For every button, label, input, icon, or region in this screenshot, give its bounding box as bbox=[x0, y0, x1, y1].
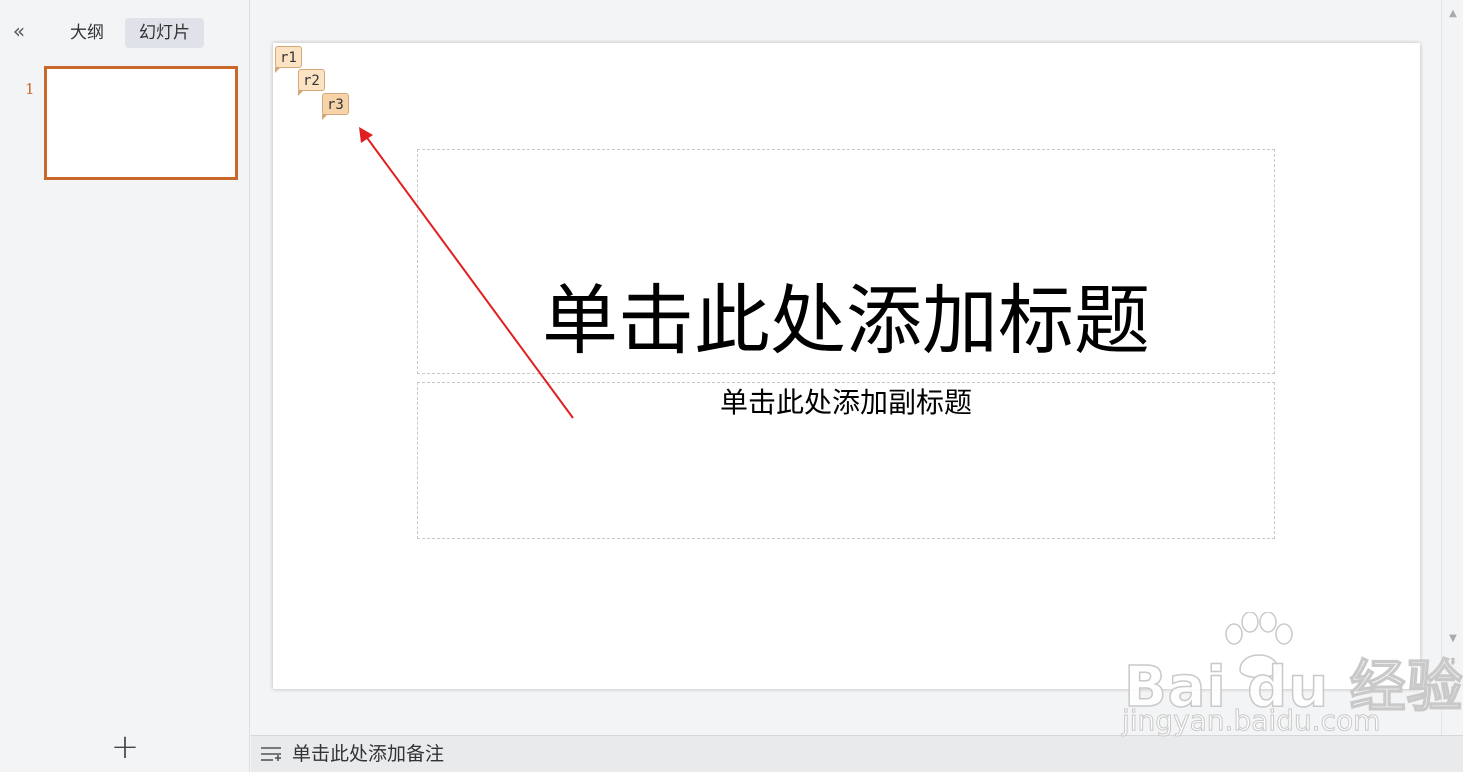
subtitle-placeholder-box[interactable]: 单击此处添加副标题 bbox=[417, 382, 1275, 539]
subtitle-placeholder-text: 单击此处添加副标题 bbox=[719, 386, 972, 419]
scroll-down-icon[interactable]: ▼ bbox=[1447, 633, 1459, 645]
scroll-up-icon[interactable]: ▲ bbox=[1447, 8, 1459, 20]
slide-canvas[interactable]: 单击此处添加标题 单击此处添加副标题 r1 r2 r3 bbox=[273, 43, 1420, 689]
comment-tag-r2[interactable]: r2 bbox=[298, 69, 325, 96]
collapse-pane-icon[interactable]: « bbox=[8, 20, 30, 42]
tab-outline[interactable]: 大纲 bbox=[56, 18, 118, 48]
notes-lines-icon bbox=[261, 747, 281, 761]
slides-pane: « 大纲 幻灯片 1 + bbox=[0, 0, 250, 772]
comment-tag-r1[interactable]: r1 bbox=[275, 46, 302, 73]
vertical-scrollbar[interactable]: ▲ ▼ ⇞ ⇟ bbox=[1441, 0, 1463, 735]
notes-bar[interactable]: 单击此处添加备注 bbox=[251, 735, 1463, 772]
presentation-editor: « 大纲 幻灯片 1 + 单击此处添加标题 单击此处添加副标题 r1 r2 r3… bbox=[0, 0, 1463, 772]
notes-placeholder: 单击此处添加备注 bbox=[292, 743, 445, 765]
previous-slide-icon[interactable]: ⇞ bbox=[1447, 657, 1459, 669]
add-slide-plus-icon[interactable]: + bbox=[110, 730, 140, 764]
next-slide-icon[interactable]: ⇟ bbox=[1447, 685, 1459, 697]
slide-thumbnail-number: 1 bbox=[25, 80, 35, 98]
title-placeholder-text: 单击此处添加标题 bbox=[542, 276, 1150, 365]
slide-thumbnail[interactable] bbox=[44, 66, 238, 180]
tab-slides[interactable]: 幻灯片 bbox=[125, 18, 204, 48]
comment-tag-r3[interactable]: r3 bbox=[322, 93, 349, 120]
title-placeholder-box[interactable]: 单击此处添加标题 bbox=[417, 149, 1275, 374]
